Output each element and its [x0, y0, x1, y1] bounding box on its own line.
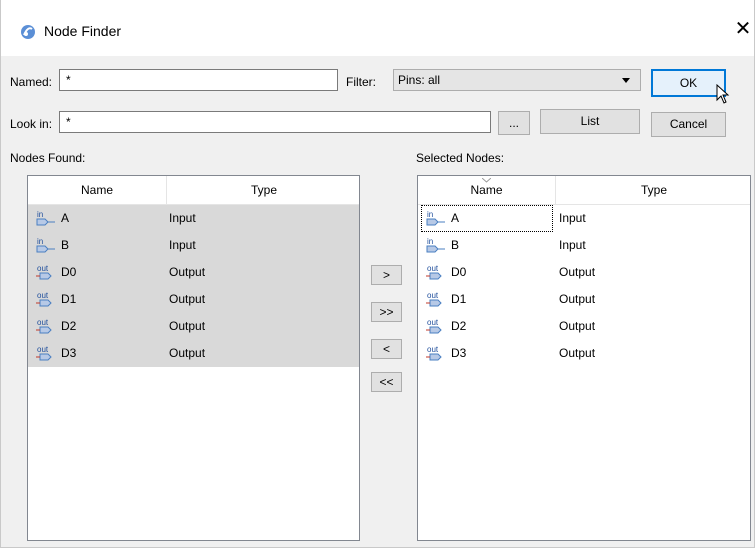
app-icon — [21, 25, 35, 39]
node-name: D0 — [61, 265, 77, 279]
table-row[interactable]: in A Input — [28, 205, 359, 232]
type-cell: Output — [169, 265, 206, 279]
ok-button[interactable]: OK — [651, 69, 726, 97]
window-title: Node Finder — [44, 23, 122, 39]
column-header-type[interactable]: Type — [167, 176, 359, 204]
lookin-label: Look in: — [10, 117, 53, 131]
type-cell: Input — [559, 211, 586, 225]
node-name: B — [61, 238, 70, 252]
remove-all-button[interactable]: << — [371, 372, 402, 392]
svg-text:out: out — [37, 318, 49, 327]
mouse-cursor-icon — [716, 84, 730, 104]
output-pin-icon: out — [36, 318, 52, 334]
type-cell: Output — [559, 265, 596, 279]
node-name: D0 — [451, 265, 467, 279]
node-name: B — [451, 238, 460, 252]
type-cell: Input — [559, 238, 586, 252]
type-cell: Output — [559, 292, 596, 306]
focus-rectangle — [421, 205, 553, 232]
svg-text:in: in — [427, 237, 433, 246]
selected-nodes-list[interactable]: Name Type in A Input in B Input out D0 Output out… — [417, 175, 751, 541]
table-row[interactable]: out D2 Output — [418, 313, 750, 340]
type-cell: Input — [169, 211, 196, 225]
add-all-button[interactable]: >> — [371, 302, 402, 322]
type-cell: Output — [169, 346, 206, 360]
node-name: A — [61, 211, 70, 225]
svg-text:out: out — [37, 264, 49, 273]
filter-value: Pins: all — [398, 73, 441, 87]
svg-text:in: in — [37, 237, 43, 246]
table-row[interactable]: in B Input — [418, 232, 750, 259]
output-pin-icon: out — [426, 291, 442, 307]
svg-text:out: out — [37, 291, 49, 300]
node-name: D1 — [451, 292, 467, 306]
named-input[interactable]: * — [59, 69, 338, 91]
nodes-found-header: Name Type — [28, 176, 359, 205]
title-bar: Node Finder ✕ — [1, 0, 754, 56]
cancel-button[interactable]: Cancel — [651, 112, 726, 137]
output-pin-icon: out — [426, 264, 442, 280]
svg-text:out: out — [37, 345, 49, 354]
type-cell: Output — [169, 319, 206, 333]
table-row[interactable]: out D2 Output — [28, 313, 359, 340]
output-pin-icon: out — [36, 345, 52, 361]
output-pin-icon: out — [36, 264, 52, 280]
node-name: D3 — [451, 346, 467, 360]
column-header-name[interactable]: Name — [28, 176, 166, 204]
svg-text:out: out — [427, 264, 439, 273]
svg-text:out: out — [427, 291, 439, 300]
add-button[interactable]: > — [371, 265, 402, 285]
column-header-name[interactable]: Name — [418, 176, 555, 204]
close-icon[interactable]: ✕ — [732, 14, 754, 44]
input-pin-icon: in — [426, 237, 445, 253]
nodes-found-list[interactable]: Name Type in A Input in B Input out D0 Output out… — [27, 175, 360, 541]
node-name: D3 — [61, 346, 77, 360]
remove-button[interactable]: < — [371, 339, 402, 359]
browse-button[interactable]: ... — [498, 111, 530, 135]
output-pin-icon: out — [426, 345, 442, 361]
selected-nodes-header: Name Type — [418, 176, 750, 205]
input-pin-icon: in — [36, 237, 55, 253]
filter-dropdown[interactable]: Pins: all — [393, 69, 641, 91]
svg-text:in: in — [37, 210, 43, 219]
output-pin-icon: out — [426, 318, 442, 334]
node-name: D2 — [61, 319, 77, 333]
filter-label: Filter: — [346, 75, 376, 89]
svg-text:out: out — [427, 345, 439, 354]
table-row[interactable]: out D0 Output — [28, 259, 359, 286]
named-label: Named: — [10, 75, 53, 89]
list-button[interactable]: List — [540, 109, 640, 134]
table-row[interactable]: out D0 Output — [418, 259, 750, 286]
type-cell: Output — [559, 319, 596, 333]
table-row[interactable]: in B Input — [28, 232, 359, 259]
svg-text:out: out — [427, 318, 439, 327]
column-header-type[interactable]: Type — [556, 176, 750, 204]
table-row[interactable]: out D1 Output — [28, 286, 359, 313]
node-name: D2 — [451, 319, 467, 333]
output-pin-icon: out — [36, 291, 52, 307]
lookin-input[interactable]: * — [59, 111, 491, 133]
input-pin-icon: in — [36, 210, 55, 226]
type-cell: Input — [169, 238, 196, 252]
table-row[interactable]: out D3 Output — [418, 340, 750, 367]
selected-nodes-label: Selected Nodes: — [416, 151, 505, 165]
node-finder-dialog: Node Finder ✕ Named: * Filter: Pins: all… — [0, 0, 755, 548]
chevron-down-icon — [622, 78, 630, 83]
type-cell: Output — [169, 292, 206, 306]
nodes-found-label: Nodes Found: — [10, 151, 86, 165]
table-row[interactable]: out D1 Output — [418, 286, 750, 313]
table-row[interactable]: out D3 Output — [28, 340, 359, 367]
type-cell: Output — [559, 346, 596, 360]
node-name: D1 — [61, 292, 77, 306]
